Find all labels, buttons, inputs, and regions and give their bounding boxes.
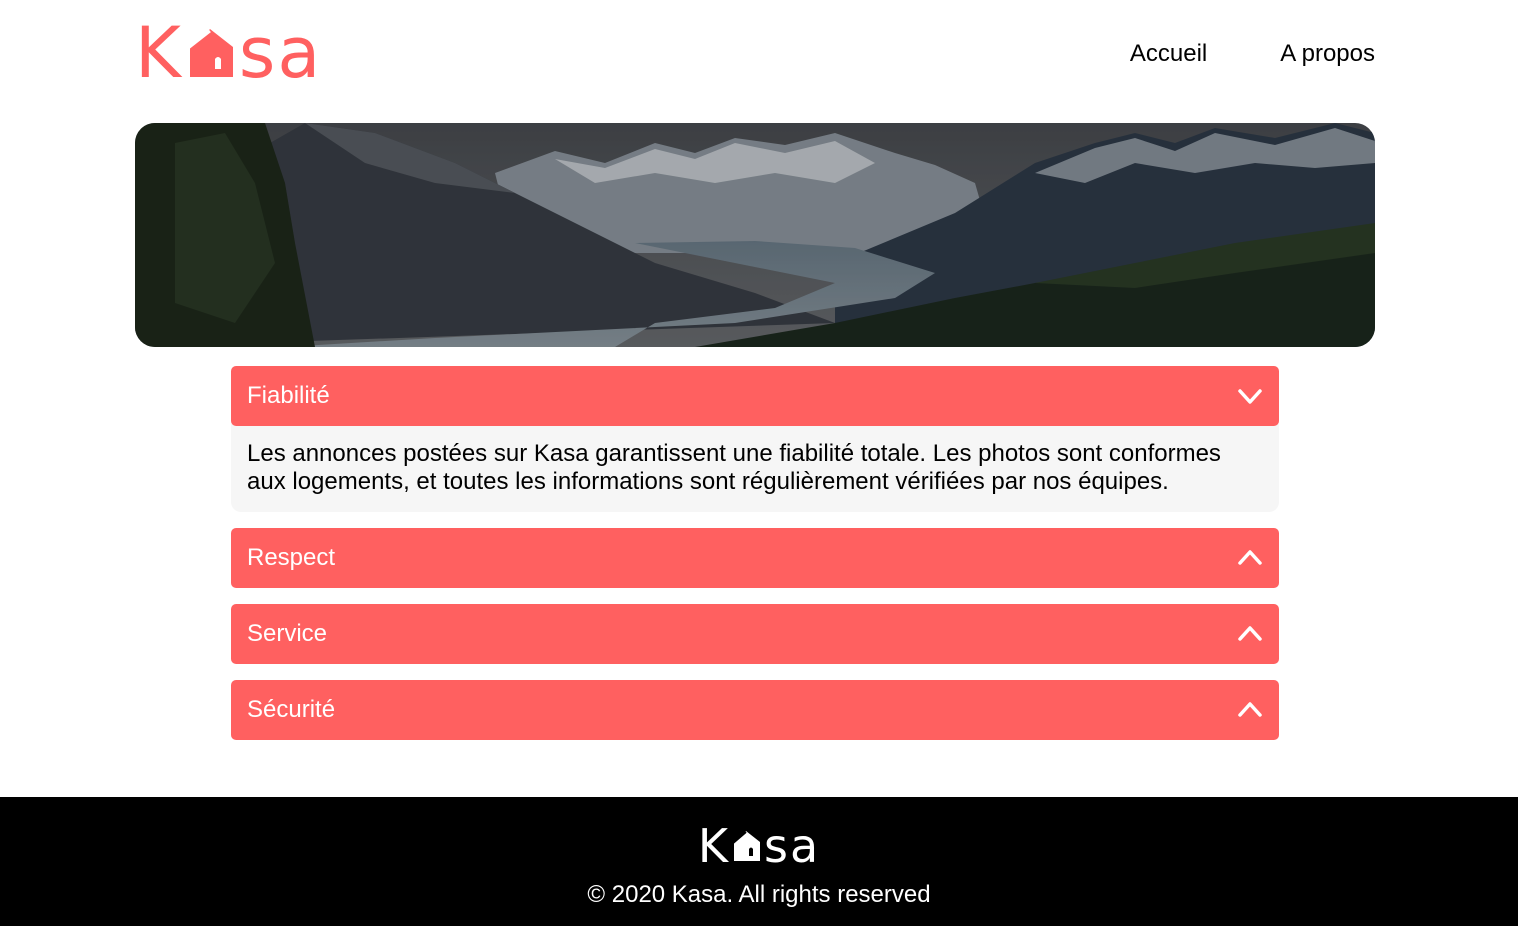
- footer-logo: K sa: [698, 823, 820, 869]
- footer-logo-letter-k: K: [697, 819, 730, 873]
- accordion-title: Fiabilité: [247, 382, 330, 409]
- chevron-up-icon[interactable]: [1237, 697, 1263, 723]
- nav-link-a-propos[interactable]: A propos: [1280, 40, 1375, 68]
- house-icon: [731, 831, 760, 861]
- accordion-item-service: Service: [231, 604, 1279, 664]
- accordion-item-securite: Sécurité: [231, 680, 1279, 740]
- accordion-header-service[interactable]: Service: [231, 604, 1279, 664]
- site-header: K sa Accueil A propos: [135, 0, 1375, 110]
- accordion-header-respect[interactable]: Respect: [231, 528, 1279, 588]
- copyright-text: © 2020 Kasa. All rights reserved: [587, 881, 931, 908]
- chevron-up-icon[interactable]: [1237, 621, 1263, 647]
- hero-banner-image: [135, 123, 1375, 347]
- logo-letter-k: K: [135, 12, 183, 94]
- accordion-item-respect: Respect: [231, 528, 1279, 588]
- site-footer: K sa © 2020 Kasa. All rights reserved: [0, 797, 1518, 926]
- about-accordion: Fiabilité Les annonces postées sur Kasa …: [231, 366, 1279, 756]
- accordion-item-fiabilite: Fiabilité Les annonces postées sur Kasa …: [231, 366, 1279, 512]
- accordion-title: Service: [247, 620, 328, 647]
- nav-link-accueil[interactable]: Accueil: [1130, 40, 1207, 68]
- chevron-up-icon[interactable]: [1237, 545, 1263, 571]
- main-nav: Accueil A propos: [1130, 40, 1375, 68]
- accordion-content-fiabilite: Les annonces postées sur Kasa garantisse…: [231, 424, 1279, 512]
- chevron-down-icon[interactable]: [1237, 383, 1263, 409]
- mountain-landscape-photo: [135, 123, 1375, 347]
- kasa-logo[interactable]: K sa: [135, 18, 347, 88]
- accordion-title: Sécurité: [247, 696, 336, 723]
- logo-letters-sa: sa: [238, 12, 323, 94]
- accordion-header-fiabilite[interactable]: Fiabilité: [231, 366, 1279, 426]
- footer-logo-letters-sa: sa: [764, 819, 821, 873]
- accordion-title: Respect: [247, 544, 336, 571]
- house-icon: [185, 29, 233, 77]
- accordion-header-securite[interactable]: Sécurité: [231, 680, 1279, 740]
